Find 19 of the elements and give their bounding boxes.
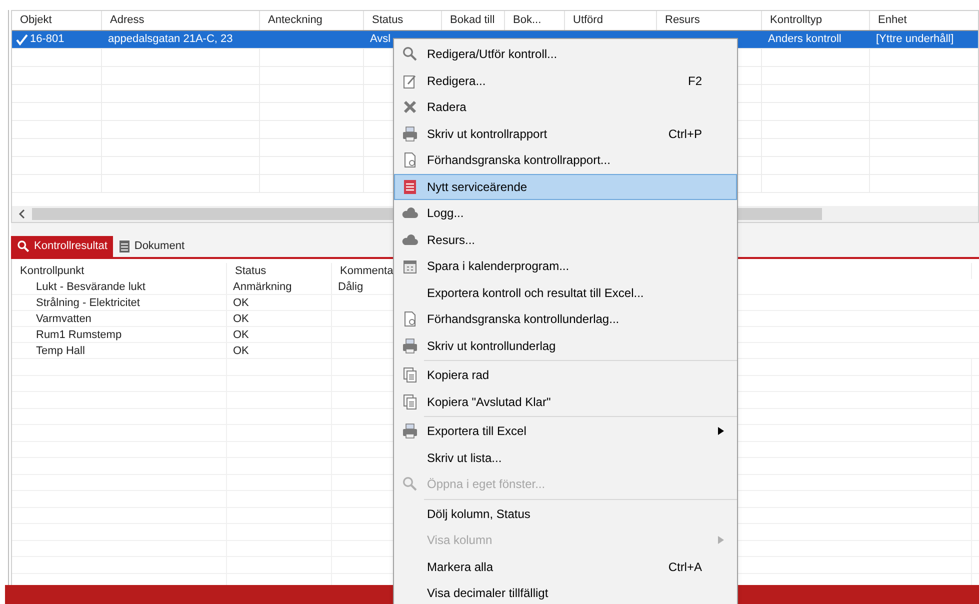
table-cell: OK bbox=[233, 329, 249, 341]
table-cell: Lukt - Besvärande lukt bbox=[36, 281, 146, 293]
shortcut-label: Ctrl+P bbox=[668, 126, 702, 143]
table-cell: Dålig bbox=[338, 281, 364, 293]
table-cell: OK bbox=[233, 345, 249, 357]
table-cell: OK bbox=[233, 297, 249, 309]
table-cell: Anmärkning bbox=[233, 281, 292, 293]
table-cell: Rum1 Rumstemp bbox=[36, 329, 122, 341]
table-cell: Varmvatten bbox=[36, 313, 92, 325]
table-cell-text: [Yttre underhåll] bbox=[876, 32, 954, 48]
table-cell-text: Anders kontroll bbox=[768, 32, 842, 48]
table-cell: Strålning - Elektricitet bbox=[36, 297, 140, 309]
table-cell-text: appedalsgatan 21A-C, 23 bbox=[108, 32, 233, 48]
table-cell-text: 16-801 bbox=[30, 32, 64, 48]
table-cell: Temp Hall bbox=[36, 345, 85, 357]
table-cell: OK bbox=[233, 313, 249, 325]
shortcut-label: Ctrl+A bbox=[668, 558, 702, 576]
table-cell-text: Avsl bbox=[370, 32, 391, 48]
shortcut-label: F2 bbox=[688, 72, 702, 90]
